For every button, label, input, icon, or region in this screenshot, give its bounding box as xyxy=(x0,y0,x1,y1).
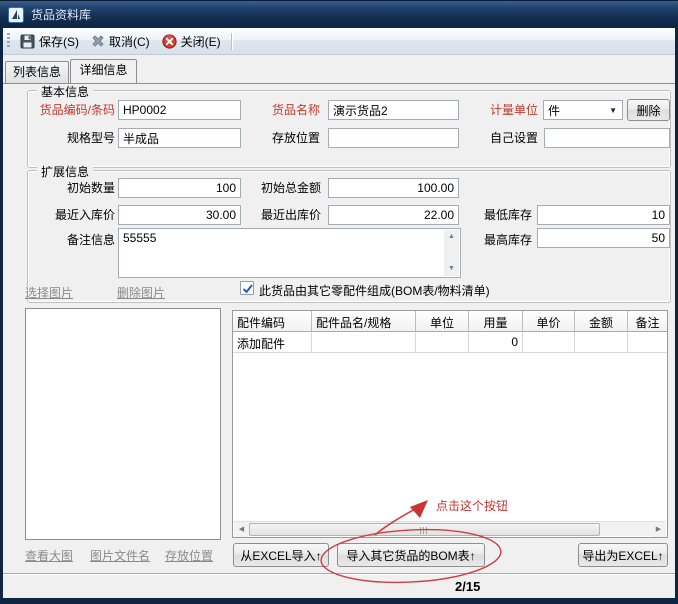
remarks-textarea[interactable]: 55555 xyxy=(119,229,443,277)
app-icon xyxy=(8,7,24,23)
cell-unit xyxy=(416,332,469,353)
select-image-link[interactable]: 选择图片 xyxy=(25,284,73,301)
min-stock-input[interactable] xyxy=(537,205,670,225)
tab-list-info[interactable]: 列表信息 xyxy=(5,61,69,83)
storage-location-label: 存放位置 xyxy=(243,128,320,148)
basic-info-legend: 基本信息 xyxy=(37,83,93,100)
unit-select-value: 件 xyxy=(548,102,560,119)
status-bar: 2/15 xyxy=(3,573,675,598)
storage-location-input[interactable] xyxy=(328,128,459,148)
window-title: 货品资料库 xyxy=(31,6,91,23)
cell-part-name xyxy=(312,332,416,353)
import-excel-button-label: 从EXCEL导入↑ xyxy=(240,547,321,564)
col-header-unit[interactable]: 单位 xyxy=(416,311,469,332)
toolbar-separator xyxy=(231,33,233,50)
view-large-image-link[interactable]: 查看大图 xyxy=(25,547,73,564)
cancel-button-label: 取消(C) xyxy=(109,33,150,50)
col-header-part-code[interactable]: 配件编码 xyxy=(233,311,312,332)
record-page-indicator: 2/15 xyxy=(455,579,480,594)
delete-unit-button-label: 删除 xyxy=(636,102,660,119)
image-preview-box xyxy=(25,308,221,540)
close-button[interactable]: 关闭(E) xyxy=(156,31,227,52)
toolbar: 保存(S) 取消(C) 关闭(E) xyxy=(3,28,675,55)
code-label: 货品编码/条码 xyxy=(11,100,115,120)
import-excel-button[interactable]: 从EXCEL导入↑ xyxy=(233,543,329,567)
import-bom-button[interactable]: 导入其它货品的BOM表↑ xyxy=(337,543,485,567)
check-icon xyxy=(241,282,255,296)
thumb-grip xyxy=(420,527,429,534)
table-hscrollbar[interactable]: ◀ ▶ xyxy=(234,521,666,536)
col-header-unit-price[interactable]: 单价 xyxy=(523,311,575,332)
toolbar-grip[interactable] xyxy=(7,33,10,49)
tab-page-border xyxy=(3,83,675,84)
min-stock-label: 最低库存 xyxy=(444,205,532,225)
initial-qty-label: 初始数量 xyxy=(11,178,115,198)
initial-qty-input[interactable] xyxy=(118,178,241,198)
table-header-row: 配件编码 配件品名/规格 单位 用量 单价 金额 备注 xyxy=(233,311,667,332)
spec-input[interactable] xyxy=(118,128,241,148)
chevron-down-icon: ▼ xyxy=(609,107,617,115)
tab-list-info-label: 列表信息 xyxy=(13,65,61,79)
bom-parts-table: 配件编码 配件品名/规格 单位 用量 单价 金额 备注 添加配件 0 ◀ xyxy=(232,310,668,538)
delete-unit-button[interactable]: 删除 xyxy=(627,99,670,121)
initial-amount-label: 初始总金额 xyxy=(228,178,321,198)
cell-remark xyxy=(628,332,667,353)
last-out-price-input[interactable] xyxy=(328,205,459,225)
save-button[interactable]: 保存(S) xyxy=(14,31,85,52)
col-header-amount[interactable]: 金额 xyxy=(575,311,628,332)
bom-checkbox[interactable] xyxy=(240,281,254,295)
close-icon xyxy=(162,34,177,49)
code-input[interactable] xyxy=(118,100,241,120)
save-icon xyxy=(20,34,35,49)
cell-usage: 0 xyxy=(469,332,523,353)
last-out-price-label: 最近出库价 xyxy=(228,205,321,225)
max-stock-input[interactable] xyxy=(537,228,670,248)
tab-detail-info[interactable]: 详细信息 xyxy=(70,59,137,83)
unit-label: 计量单位 xyxy=(448,100,538,120)
unit-select[interactable]: 件 ▼ xyxy=(543,100,623,120)
remarks-label: 备注信息 xyxy=(11,230,115,250)
scroll-right-icon[interactable]: ▶ xyxy=(651,522,666,537)
cell-amount xyxy=(575,332,628,353)
last-in-price-input[interactable] xyxy=(118,205,241,225)
custom-label: 自己设置 xyxy=(448,128,538,148)
name-label: 货品名称 xyxy=(243,100,320,120)
form-body: 保存(S) 取消(C) 关闭(E) 列表信息 详 xyxy=(3,28,675,598)
initial-amount-input[interactable] xyxy=(328,178,459,198)
spec-label: 规格型号 xyxy=(11,128,115,148)
col-header-usage[interactable]: 用量 xyxy=(469,311,523,332)
goods-data-window: 货品资料库 保存(S) 取消(C) xyxy=(0,0,678,604)
max-stock-label: 最高库存 xyxy=(444,230,532,250)
cell-unit-price xyxy=(523,332,575,353)
col-header-part-name[interactable]: 配件品名/规格 xyxy=(312,311,416,332)
col-header-remark[interactable]: 备注 xyxy=(628,311,667,332)
delete-image-link[interactable]: 删除图片 xyxy=(117,284,165,301)
custom-input[interactable] xyxy=(544,128,670,148)
cell-part-code: 添加配件 xyxy=(233,332,312,353)
name-input[interactable] xyxy=(328,100,459,120)
hscrollbar-thumb[interactable] xyxy=(249,523,600,536)
export-excel-button[interactable]: 导出为EXCEL↑ xyxy=(578,543,668,567)
export-excel-button-label: 导出为EXCEL↑ xyxy=(582,547,663,564)
cancel-icon xyxy=(91,34,105,48)
cancel-button[interactable]: 取消(C) xyxy=(85,31,156,52)
tab-detail-info-label: 详细信息 xyxy=(79,63,127,77)
scroll-left-icon[interactable]: ◀ xyxy=(234,522,249,537)
bom-checkbox-label[interactable]: 此货品由其它零配件组成(BOM表/物料清单) xyxy=(259,281,559,301)
scroll-down-icon[interactable]: ▼ xyxy=(444,262,459,276)
image-filename-link[interactable]: 图片文件名 xyxy=(90,547,150,564)
table-row-add-part[interactable]: 添加配件 0 xyxy=(233,332,667,353)
close-button-label: 关闭(E) xyxy=(181,33,221,50)
image-location-link[interactable]: 存放位置 xyxy=(165,547,213,564)
title-bar: 货品资料库 xyxy=(0,0,678,28)
save-button-label: 保存(S) xyxy=(39,33,79,50)
remarks-field: 55555 ▲ ▼ xyxy=(118,228,461,278)
import-bom-button-label: 导入其它货品的BOM表↑ xyxy=(346,547,475,564)
last-in-price-label: 最近入库价 xyxy=(11,205,115,225)
